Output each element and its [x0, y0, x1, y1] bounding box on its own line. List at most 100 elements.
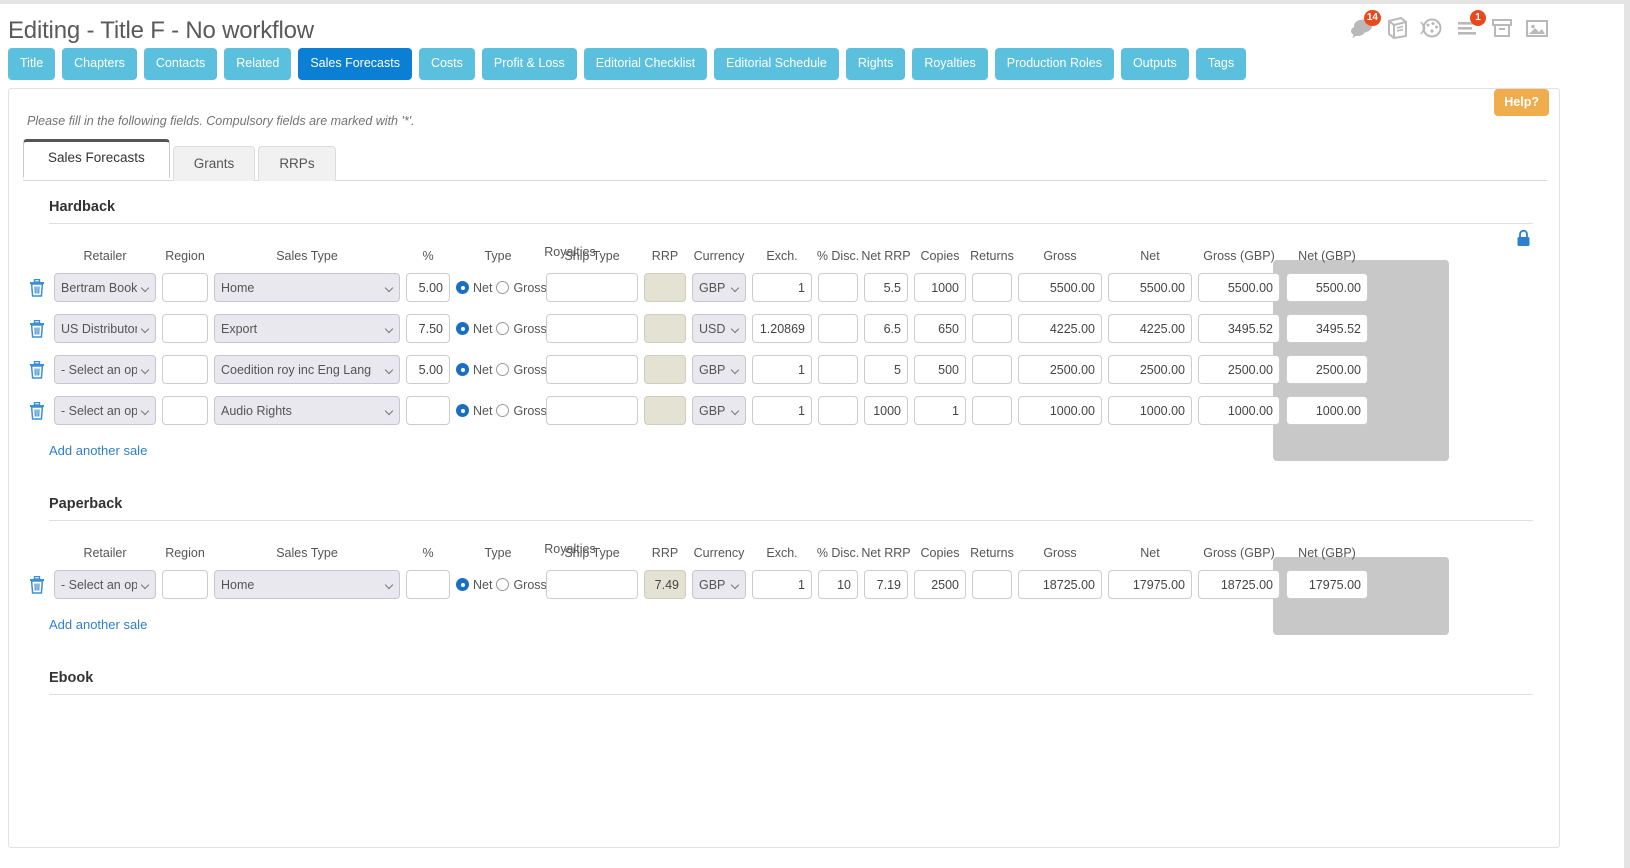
- royalty-pct-input[interactable]: [406, 314, 450, 343]
- copies-input[interactable]: [914, 314, 966, 343]
- net-input[interactable]: [1108, 570, 1192, 599]
- radio-net[interactable]: [456, 404, 469, 417]
- radio-gross[interactable]: [496, 281, 510, 294]
- currency-select[interactable]: GBP: [692, 273, 746, 302]
- net-gbp-input[interactable]: [1286, 570, 1368, 599]
- royalty-pct-input[interactable]: [406, 396, 450, 425]
- add-another-sale-link[interactable]: Add another sale: [49, 443, 147, 458]
- retailer-select[interactable]: US Distributor: [54, 314, 156, 343]
- rrp-input[interactable]: [644, 273, 686, 302]
- tab-royalties[interactable]: Royalties: [912, 48, 988, 80]
- region-input[interactable]: [162, 355, 208, 384]
- tab-production-roles[interactable]: Production Roles: [994, 48, 1114, 80]
- disc-input[interactable]: [818, 314, 858, 343]
- gross-input[interactable]: [1018, 355, 1102, 384]
- copies-input[interactable]: [914, 355, 966, 384]
- gross-input[interactable]: [1018, 314, 1102, 343]
- retailer-select[interactable]: - Select an option -: [54, 570, 156, 599]
- exch-input[interactable]: [752, 273, 812, 302]
- image-icon[interactable]: [1524, 15, 1550, 41]
- currency-select[interactable]: GBP: [692, 355, 746, 384]
- subtab-rrps[interactable]: RRPs: [258, 146, 336, 181]
- sales-type-select[interactable]: Export: [214, 314, 400, 343]
- trash-icon[interactable]: [29, 360, 45, 379]
- region-input[interactable]: [162, 570, 208, 599]
- radio-gross[interactable]: [496, 404, 510, 417]
- gross-input[interactable]: [1018, 396, 1102, 425]
- tab-editorial-checklist[interactable]: Editorial Checklist: [583, 48, 708, 80]
- exch-input[interactable]: [752, 314, 812, 343]
- net-input[interactable]: [1108, 273, 1192, 302]
- radio-gross[interactable]: [496, 322, 510, 335]
- subtab-sales-forecasts[interactable]: Sales Forecasts: [23, 139, 170, 178]
- royalty-pct-input[interactable]: [406, 273, 450, 302]
- net-input[interactable]: [1108, 314, 1192, 343]
- returns-input[interactable]: [972, 396, 1012, 425]
- gross-gbp-input[interactable]: [1198, 396, 1280, 425]
- gross-gbp-input[interactable]: [1198, 355, 1280, 384]
- gross-gbp-input[interactable]: [1198, 570, 1280, 599]
- ship-type-input[interactable]: [546, 396, 638, 425]
- tab-contacts[interactable]: Contacts: [143, 48, 218, 80]
- region-input[interactable]: [162, 314, 208, 343]
- net-rrp-input[interactable]: [864, 570, 908, 599]
- add-another-sale-link[interactable]: Add another sale: [49, 617, 147, 632]
- rrp-input[interactable]: [644, 396, 686, 425]
- radio-gross[interactable]: [496, 578, 510, 591]
- disc-input[interactable]: [818, 355, 858, 384]
- tab-profit-loss[interactable]: Profit & Loss: [481, 48, 577, 80]
- net-rrp-input[interactable]: [864, 396, 908, 425]
- dashboard-icon[interactable]: [1419, 15, 1445, 41]
- tab-sales-forecasts[interactable]: Sales Forecasts: [298, 48, 412, 80]
- comments-icon[interactable]: 14: [1349, 10, 1381, 41]
- radio-net[interactable]: [456, 363, 469, 376]
- retailer-select[interactable]: - Select an option -: [54, 355, 156, 384]
- gross-gbp-input[interactable]: [1198, 314, 1280, 343]
- region-input[interactable]: [162, 396, 208, 425]
- copies-input[interactable]: [914, 396, 966, 425]
- ship-type-input[interactable]: [546, 355, 638, 384]
- tab-related[interactable]: Related: [224, 48, 292, 80]
- trash-icon[interactable]: [29, 401, 45, 420]
- sales-type-select[interactable]: Home: [214, 570, 400, 599]
- net-rrp-input[interactable]: [864, 355, 908, 384]
- tab-title[interactable]: Title: [8, 48, 56, 80]
- gross-gbp-input[interactable]: [1198, 273, 1280, 302]
- region-input[interactable]: [162, 273, 208, 302]
- ship-type-input[interactable]: [546, 570, 638, 599]
- royalty-pct-input[interactable]: [406, 570, 450, 599]
- radio-gross[interactable]: [496, 363, 510, 376]
- trash-icon[interactable]: [29, 278, 45, 297]
- sales-type-select[interactable]: Audio Rights: [214, 396, 400, 425]
- exch-input[interactable]: [752, 570, 812, 599]
- net-input[interactable]: [1108, 396, 1192, 425]
- trash-icon[interactable]: [29, 319, 45, 338]
- retailer-select[interactable]: Bertram Books: [54, 273, 156, 302]
- royalty-pct-input[interactable]: [406, 355, 450, 384]
- tab-costs[interactable]: Costs: [418, 48, 475, 80]
- returns-input[interactable]: [972, 273, 1012, 302]
- help-button[interactable]: Help?: [1494, 89, 1549, 116]
- ship-type-input[interactable]: [546, 314, 638, 343]
- gross-input[interactable]: [1018, 273, 1102, 302]
- currency-select[interactable]: GBP: [692, 396, 746, 425]
- returns-input[interactable]: [972, 355, 1012, 384]
- tab-chapters[interactable]: Chapters: [62, 48, 137, 80]
- retailer-select[interactable]: - Select an option -: [54, 396, 156, 425]
- disc-input[interactable]: [818, 570, 858, 599]
- net-rrp-input[interactable]: [864, 314, 908, 343]
- tab-editorial-schedule[interactable]: Editorial Schedule: [714, 48, 839, 80]
- tab-rights[interactable]: Rights: [845, 48, 906, 80]
- exch-input[interactable]: [752, 355, 812, 384]
- currency-select[interactable]: GBP: [692, 570, 746, 599]
- subtab-grants[interactable]: Grants: [172, 146, 256, 181]
- net-gbp-input[interactable]: [1286, 355, 1368, 384]
- rrp-input[interactable]: [644, 355, 686, 384]
- net-input[interactable]: [1108, 355, 1192, 384]
- disc-input[interactable]: [818, 273, 858, 302]
- sales-type-select[interactable]: Coedition roy inc Eng Lang: [214, 355, 400, 384]
- rrp-input[interactable]: [644, 570, 686, 599]
- ship-type-input[interactable]: [546, 273, 638, 302]
- returns-input[interactable]: [972, 570, 1012, 599]
- archive-icon[interactable]: [1489, 15, 1515, 41]
